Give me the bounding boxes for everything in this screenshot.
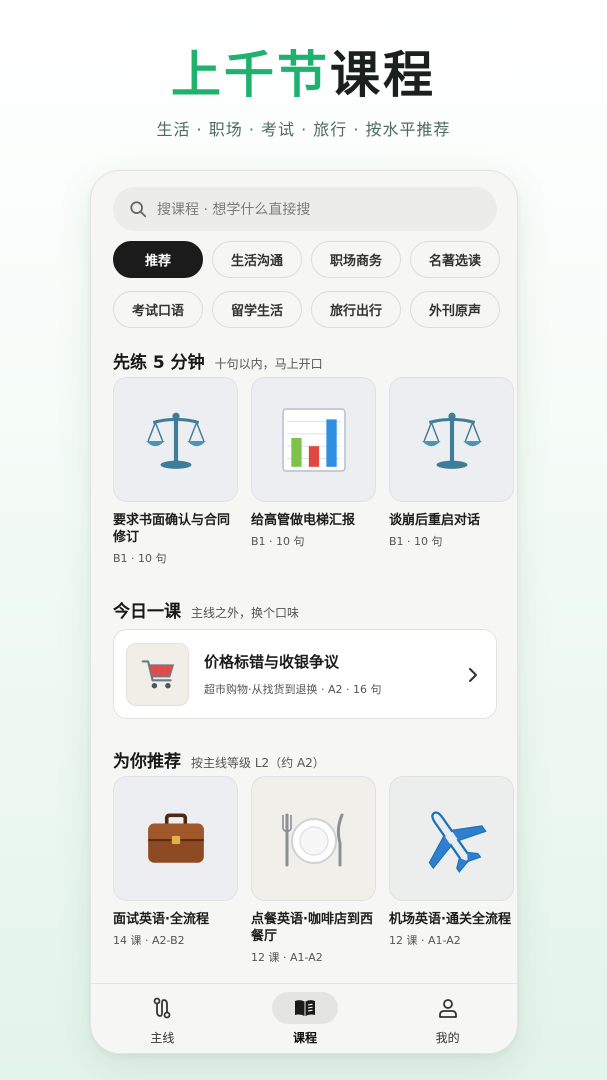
card-title: 谈崩后重启对话: [389, 513, 481, 528]
bar-chart-icon: [281, 407, 346, 472]
card-meta: B1 · 10 句: [251, 535, 305, 548]
airplane-icon: [428, 810, 487, 873]
tab-icon-wrap: [415, 992, 481, 1024]
hero-title: 上千节课程: [0, 44, 607, 106]
hero-banner: 上千节课程 生活 · 职场 · 考试 · 旅行 · 按水平推荐: [0, 44, 607, 140]
chip-foreign-press[interactable]: 外刊原声: [410, 291, 500, 328]
card-title: 要求书面确认与合同修订: [113, 513, 231, 545]
practice-section-header: 先练 5 分钟 十句以内，马上开口: [113, 348, 323, 373]
recommend-carousel: 面试英语·全流程 14 课 · A2-B2 点餐英语·咖啡店到西餐厅 12 课 …: [113, 776, 514, 965]
card-meta: 12 课 · A1-A2: [251, 951, 323, 964]
today-lesson-card[interactable]: 价格标错与收银争议 超市购物·从找货到退换 · A2 · 16 句: [113, 629, 497, 719]
search-icon: [130, 201, 147, 218]
phone-screen: 搜课程 · 想学什么直接搜 推荐 生活沟通 职场商务 名著选读 考试口语 留学生…: [90, 170, 518, 1054]
category-chips: 推荐 生活沟通 职场商务 名著选读 考试口语 留学生活 旅行出行 外刊原声: [113, 241, 509, 341]
search-input[interactable]: 搜课程 · 想学什么直接搜: [157, 199, 310, 219]
chip-daily-communication[interactable]: 生活沟通: [212, 241, 302, 278]
section-subtitle: 按主线等级 L2（约 A2）: [191, 756, 325, 770]
card-title: 点餐英语·咖啡店到西餐厅: [251, 912, 373, 944]
chip-row: 考试口语 留学生活 旅行出行 外刊原声: [113, 291, 509, 328]
card-meta: 14 课 · A2-B2: [113, 934, 185, 947]
lesson-thumbnail: [126, 642, 189, 706]
chip-travel[interactable]: 旅行出行: [311, 291, 401, 328]
lesson-info: 价格标错与收银争议 超市购物·从找货到退换 · A2 · 16 句: [204, 651, 382, 697]
chip-row: 推荐 生活沟通 职场商务 名著选读: [113, 241, 509, 278]
tab-label: 主线: [150, 1031, 175, 1045]
chevron-right-icon: [469, 668, 477, 682]
card-thumbnail: [113, 776, 238, 901]
card-thumbnail: [251, 377, 376, 502]
chip-business[interactable]: 职场商务: [311, 241, 401, 278]
hero-title-dark: 课程: [330, 46, 436, 104]
lesson-title: 价格标错与收银争议: [204, 653, 340, 671]
card-title: 面试英语·全流程: [113, 912, 209, 927]
card-title: 机场英语·通关全流程: [389, 912, 511, 927]
course-card[interactable]: 机场英语·通关全流程 12 课 · A1-A2: [389, 776, 514, 965]
card-thumbnail: [389, 377, 514, 502]
today-section-header: 今日一课 主线之外，换个口味: [113, 597, 299, 622]
tab-label: 课程: [293, 1031, 318, 1045]
chip-study-abroad[interactable]: 留学生活: [212, 291, 302, 328]
chip-classics[interactable]: 名著选读: [410, 241, 500, 278]
section-subtitle: 主线之外，换个口味: [191, 606, 300, 620]
hero-title-green: 上千节: [171, 46, 330, 104]
lesson-meta: 超市购物·从找货到退换 · A2 · 16 句: [204, 683, 382, 696]
section-title: 为你推荐: [113, 752, 181, 772]
practice-card[interactable]: 谈崩后重启对话 B1 · 10 句: [389, 377, 514, 566]
practice-card[interactable]: 给高管做电梯汇报 B1 · 10 句: [251, 377, 376, 566]
card-thumbnail: [389, 776, 514, 901]
card-meta: B1 · 10 句: [113, 552, 167, 565]
balance-scale-icon: [421, 412, 482, 469]
card-meta: 12 课 · A1-A2: [389, 934, 461, 947]
practice-card[interactable]: 要求书面确认与合同修订 B1 · 10 句: [113, 377, 238, 566]
course-card[interactable]: 点餐英语·咖啡店到西餐厅 12 课 · A1-A2: [251, 776, 376, 965]
search-bar[interactable]: 搜课程 · 想学什么直接搜: [113, 187, 497, 231]
hero-subtitle: 生活 · 职场 · 考试 · 旅行 · 按水平推荐: [156, 120, 451, 139]
practice-carousel: 要求书面确认与合同修订 B1 · 10 句 给高管做电梯汇报 B1 · 10 句: [113, 377, 514, 566]
open-book-icon: [295, 1000, 315, 1016]
person-icon: [438, 999, 457, 1018]
tab-icon-wrap: [129, 992, 195, 1024]
section-subtitle: 十句以内，马上开口: [214, 357, 323, 371]
chip-exam-speaking[interactable]: 考试口语: [113, 291, 203, 328]
tab-main-line[interactable]: 主线: [91, 984, 234, 1053]
dining-plate-icon: [281, 813, 343, 866]
course-card[interactable]: 面试英语·全流程 14 课 · A2-B2: [113, 776, 238, 965]
card-thumbnail: [113, 377, 238, 502]
recommend-section-header: 为你推荐 按主线等级 L2（约 A2）: [113, 747, 325, 772]
balance-scale-icon: [145, 412, 206, 469]
section-title: 先练 5 分钟: [113, 353, 205, 373]
card-meta: B1 · 10 句: [389, 535, 443, 548]
tab-label: 我的: [435, 1031, 460, 1045]
tab-me[interactable]: 我的: [376, 984, 517, 1053]
tab-icon-wrap: [272, 992, 338, 1024]
bottom-tab-bar: 主线 课程 我的: [91, 983, 517, 1053]
chip-recommend[interactable]: 推荐: [113, 241, 203, 278]
route-icon: [153, 997, 171, 1019]
briefcase-icon: [147, 812, 204, 863]
tab-courses[interactable]: 课程: [234, 984, 377, 1053]
section-title: 今日一课: [113, 602, 181, 622]
card-title: 给高管做电梯汇报: [251, 513, 356, 528]
shopping-cart-icon: [141, 660, 174, 689]
card-thumbnail: [251, 776, 376, 901]
